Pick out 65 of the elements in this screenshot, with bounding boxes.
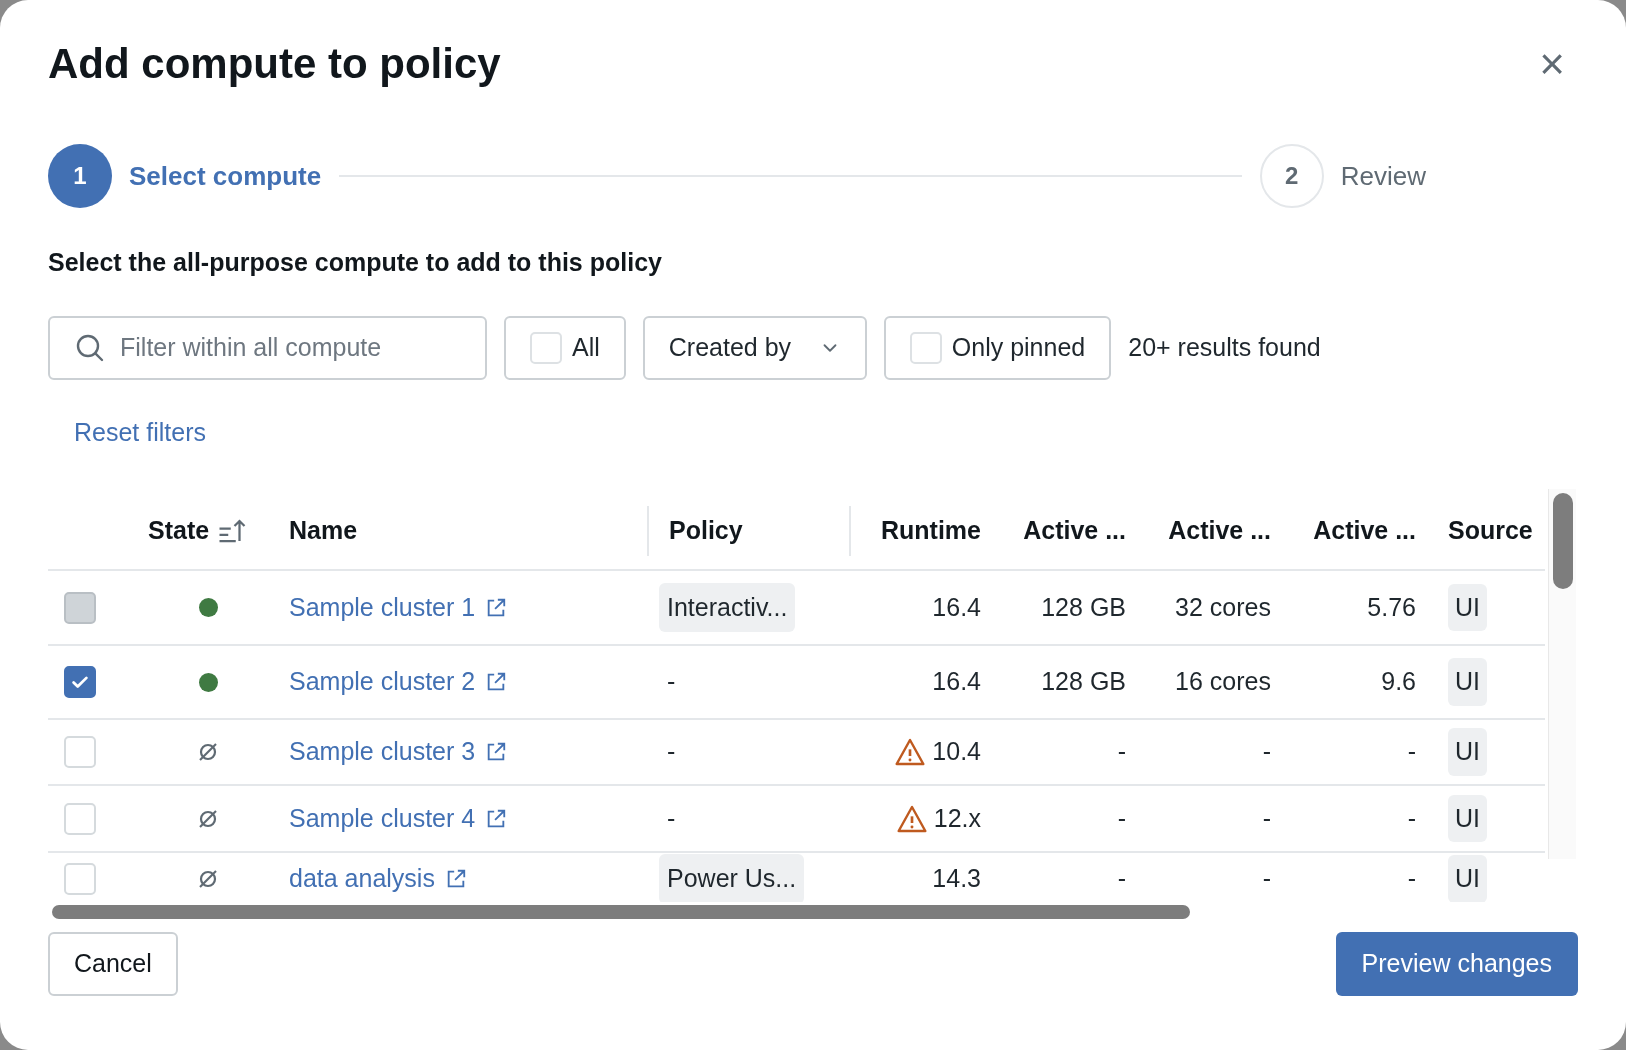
column-header[interactable]: Active ... <box>1313 511 1416 550</box>
policy-tag: Power Us... <box>659 854 805 902</box>
table-cell-text: - <box>666 802 677 834</box>
column-header[interactable]: Active ... <box>1023 511 1126 550</box>
table-cell-text: - <box>1407 802 1416 834</box>
table-cell-text: - <box>1262 802 1271 834</box>
column-header[interactable]: Runtime <box>881 511 981 550</box>
policy-tag: Interactiv... <box>659 582 796 633</box>
table-cell-text: - <box>1262 863 1271 895</box>
table-cell-text: - <box>1117 863 1126 895</box>
table-cell-text: - <box>666 736 677 768</box>
source-tag: UI <box>1448 658 1487 706</box>
column-header[interactable]: Active ... <box>1168 511 1271 550</box>
external-link-icon <box>485 596 508 619</box>
source-tag: UI <box>1448 583 1487 632</box>
cluster-link[interactable]: Sample cluster 3 <box>289 733 476 771</box>
table-cell-text: - <box>1117 736 1126 768</box>
external-link-icon <box>485 671 508 693</box>
table-cell-text: 128 GB <box>1041 666 1126 698</box>
external-link-icon <box>485 741 508 763</box>
cluster-link[interactable]: data analysis <box>289 860 435 898</box>
table-cell-text: 128 GB <box>1041 591 1126 623</box>
source-tag: UI <box>1448 728 1487 776</box>
table-cell-text: 10.4 <box>932 736 981 768</box>
table-cell-text: 5.76 <box>1367 591 1416 623</box>
column-header[interactable]: Source <box>1448 511 1533 550</box>
vertical-scrollbar[interactable] <box>1548 489 1576 859</box>
search-field[interactable]: Filter within all compute <box>48 315 487 380</box>
dialog-title: Add compute to policy <box>48 39 501 89</box>
table-cell-text: 16 cores <box>1175 666 1271 698</box>
search-input[interactable]: Filter within all compute <box>120 328 461 367</box>
table-cell-text: 32 cores <box>1175 591 1271 623</box>
created-by-dropdown[interactable]: Created by <box>642 315 867 380</box>
source-tag: UI <box>1448 794 1487 843</box>
preview-changes-button[interactable]: Preview changes <box>1335 932 1578 996</box>
table-cell-text: - <box>1407 863 1416 895</box>
close-button[interactable]: × <box>1530 42 1574 86</box>
table-cell-text: 12.x <box>933 802 981 834</box>
pinned-checkbox[interactable]: Only pinned <box>883 315 1112 380</box>
horizontal-scrollbar[interactable] <box>52 905 1190 919</box>
table-cell-text: - <box>666 666 677 698</box>
step-label: Review <box>1340 159 1426 193</box>
column-header[interactable]: Policy <box>669 511 743 550</box>
table-cell-text: 9.6 <box>1381 666 1416 698</box>
table-cell-text: 16.4 <box>932 591 981 623</box>
table-cell-text: 16.4 <box>932 666 981 698</box>
results-count: 20+ results found <box>1128 331 1321 363</box>
external-link-icon <box>485 807 508 830</box>
cluster-link[interactable]: Sample cluster 2 <box>289 663 476 701</box>
cluster-link[interactable]: Sample cluster 4 <box>289 799 476 838</box>
all-checkbox[interactable]: All <box>504 315 626 380</box>
step-number: 1 <box>48 144 112 208</box>
step-label: Select compute <box>129 159 322 193</box>
step-number: 2 <box>1259 144 1324 208</box>
column-header[interactable]: Name <box>289 511 358 550</box>
instruction-text: Select the all-purpose compute to add to this policy <box>47 247 663 278</box>
column-header[interactable]: State <box>148 511 210 550</box>
table-cell-text: - <box>1407 736 1416 768</box>
source-tag: UI <box>1448 855 1487 902</box>
table-cell-text: - <box>1262 736 1271 768</box>
cancel-button[interactable]: Cancel <box>48 932 178 996</box>
reset-filters-link[interactable]: Reset filters <box>74 413 206 451</box>
row-checkbox[interactable] <box>64 666 96 698</box>
table-cell-text: - <box>1117 802 1126 834</box>
table-cell-text: 14.3 <box>932 863 981 895</box>
